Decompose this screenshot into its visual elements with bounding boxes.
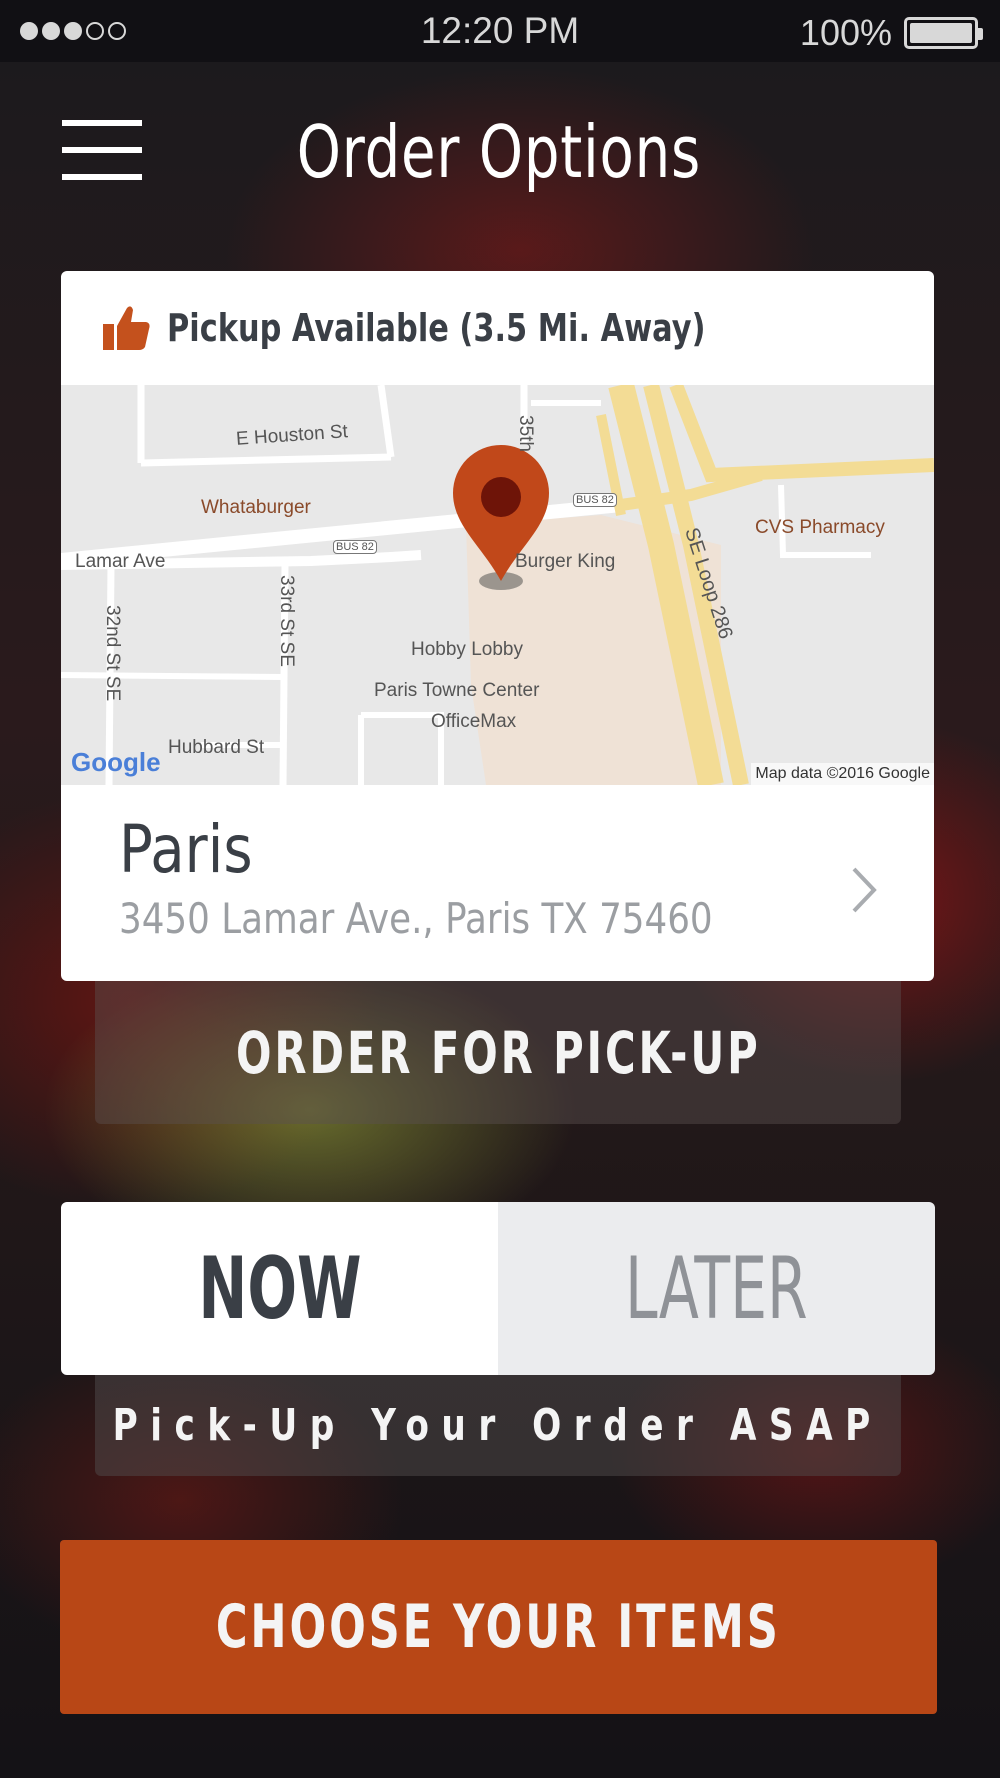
map-street-label: 32nd St SE — [102, 605, 123, 702]
location-card: Pickup Available (3.5 Mi. Away) E Housto… — [61, 271, 934, 981]
battery-icon — [904, 17, 983, 49]
choose-your-items-label: CHOOSE YOUR ITEMS — [216, 1592, 781, 1662]
timing-description-text: Pick-Up Your Order ASAP — [112, 1400, 884, 1451]
store-address: 3450 Lamar Ave., Paris TX 75460 — [119, 894, 713, 943]
map-poi-label: Hobby Lobby — [411, 639, 523, 660]
thumbs-up-icon — [103, 306, 150, 350]
map-poi-label: Burger King — [515, 551, 616, 572]
store-row[interactable]: Paris 3450 Lamar Ave., Paris TX 75460 — [61, 785, 934, 981]
store-name: Paris — [119, 811, 253, 888]
store-map[interactable]: E Houston St Lamar Ave 32nd St SE 33rd S… — [61, 385, 934, 785]
highway-shield-icon: BUS 82 — [573, 493, 617, 507]
page-title: Order Options — [296, 110, 702, 194]
map-street-label: 33rd St SE — [276, 575, 297, 667]
availability-row: Pickup Available (3.5 Mi. Away) — [61, 271, 934, 385]
map-poi-label: Paris Towne Center — [374, 680, 540, 701]
map-street-label: 35th — [515, 415, 536, 452]
map-poi-label: CVS Pharmacy — [755, 517, 885, 538]
now-option[interactable]: NOW — [61, 1202, 498, 1375]
now-label: NOW — [197, 1238, 362, 1339]
status-bar: 12:20 PM 100% — [0, 0, 1000, 62]
map-street-label: Hubbard St — [168, 737, 265, 758]
order-for-pickup-label: ORDER FOR PICK-UP — [235, 1018, 761, 1087]
battery-percentage: 100% — [799, 12, 892, 53]
choose-your-items-button[interactable]: CHOOSE YOUR ITEMS — [60, 1540, 937, 1714]
map-copyright: Map data ©2016 Google — [751, 763, 934, 785]
highway-shield-icon: BUS 82 — [333, 540, 377, 554]
order-for-pickup-button[interactable]: ORDER FOR PICK-UP — [95, 981, 901, 1124]
later-label: LATER — [625, 1238, 808, 1339]
timing-description: Pick-Up Your Order ASAP — [95, 1375, 901, 1476]
timing-toggle: NOW LATER — [61, 1202, 935, 1375]
later-option[interactable]: LATER — [498, 1202, 935, 1375]
map-street-label: Lamar Ave — [75, 551, 166, 572]
chevron-right-icon — [852, 867, 877, 913]
map-poi-label: Whataburger — [201, 497, 311, 518]
availability-text: Pickup Available (3.5 Mi. Away) — [167, 306, 706, 350]
google-logo: Google — [71, 747, 161, 777]
map-poi-label: OfficeMax — [431, 711, 517, 732]
